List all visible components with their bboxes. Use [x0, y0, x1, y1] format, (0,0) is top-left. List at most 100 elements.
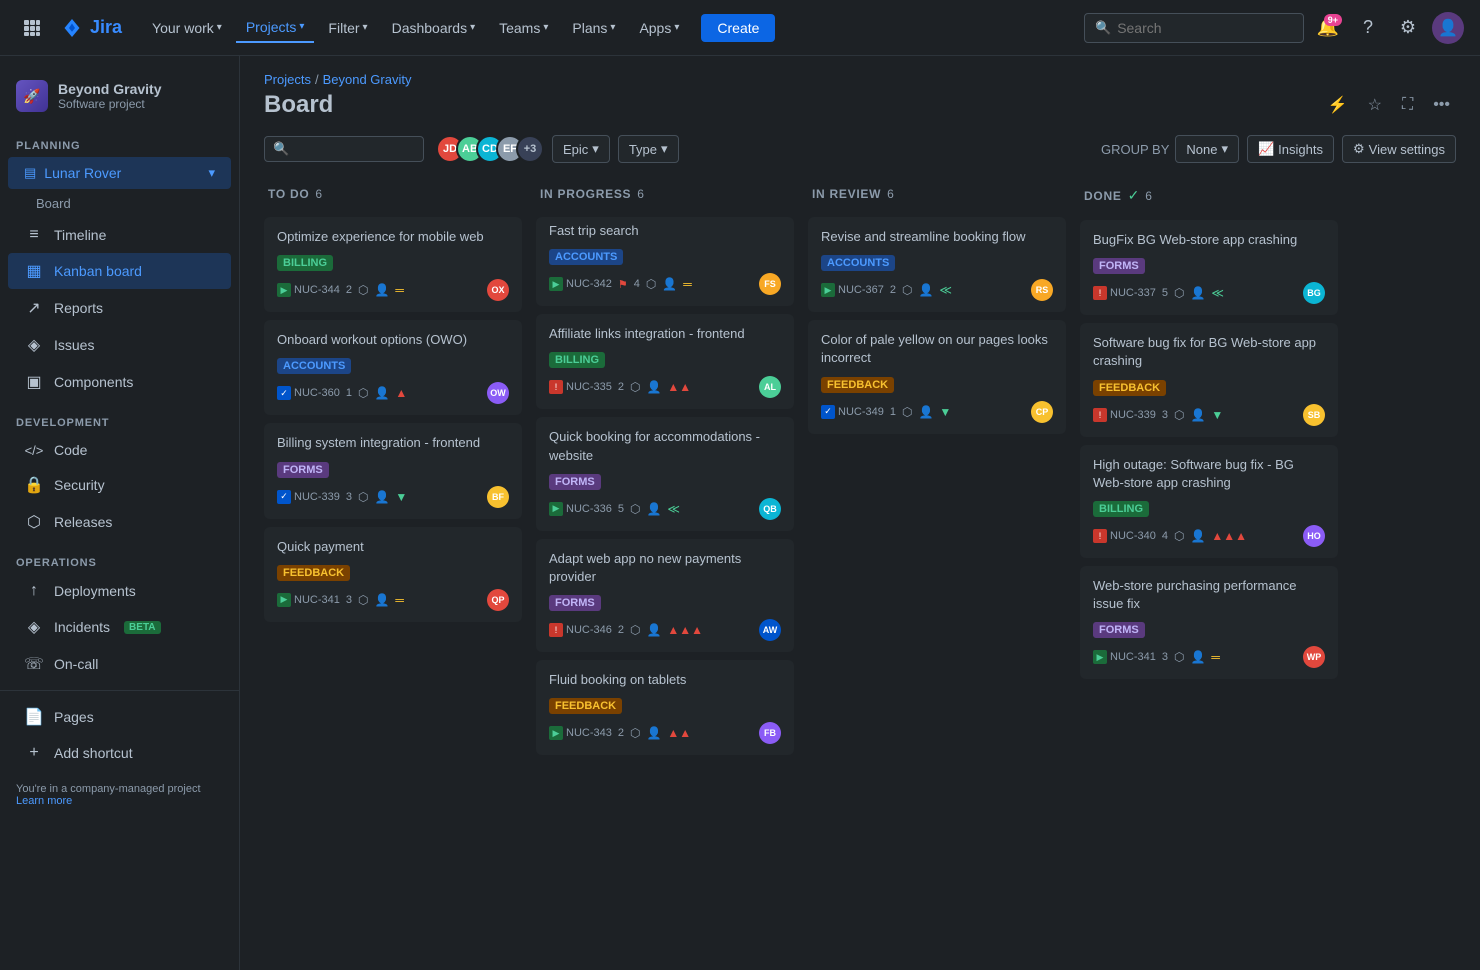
group-by-dropdown[interactable]: None ▾	[1175, 135, 1239, 163]
card-nuc-344[interactable]: Optimize experience for mobile web BILLI…	[264, 217, 522, 312]
people-icon: 👤	[374, 283, 389, 297]
notifications-button[interactable]: 🔔 9+	[1312, 12, 1344, 44]
sidebar-item-components[interactable]: ▣ Components	[8, 364, 231, 400]
project-icon: 🚀	[16, 80, 48, 112]
card-nuc-339-done[interactable]: Software bug fix for BG Web-store app cr…	[1080, 323, 1338, 436]
sidebar-item-security[interactable]: 🔒 Security	[8, 467, 231, 503]
priority-icon: ═	[1211, 650, 1220, 664]
type-filter[interactable]: Type ▾	[618, 135, 679, 163]
search-input[interactable]	[1117, 20, 1293, 36]
card-nuc-367[interactable]: Revise and streamline booking flow ACCOU…	[808, 217, 1066, 312]
more-options-button[interactable]: •••	[1427, 92, 1456, 118]
create-button[interactable]: Create	[701, 14, 775, 42]
people-icon: 👤	[1190, 529, 1205, 543]
planning-section-label: PLANNING	[0, 124, 239, 156]
settings-button[interactable]: ⚙	[1392, 12, 1424, 44]
sidebar-item-label: Timeline	[54, 227, 106, 243]
story-icon: ▶	[277, 593, 291, 607]
user-avatar[interactable]: 👤	[1432, 12, 1464, 44]
card-meta: ! NUC-340 4 ⬡ 👤 ▲▲▲ HO	[1093, 525, 1325, 547]
incidents-icon: ◈	[24, 617, 44, 637]
star-button[interactable]: ☆	[1362, 91, 1388, 119]
card-nuc-360[interactable]: Onboard workout options (OWO) ACCOUNTS ✓…	[264, 320, 522, 415]
card-nuc-340[interactable]: High outage: Software bug fix - BG Web-s…	[1080, 445, 1338, 558]
sidebar-item-kanban[interactable]: ▦ Kanban board	[8, 253, 231, 289]
card-nuc-336[interactable]: Quick booking for accommodations - websi…	[536, 417, 794, 530]
group-by-label: GROUP BY	[1101, 142, 1169, 157]
breadcrumb-project-name[interactable]: Beyond Gravity	[323, 72, 412, 87]
bug-icon: !	[549, 623, 563, 637]
story-icon: ▶	[549, 502, 563, 516]
chevron-down-icon: ▾	[543, 22, 548, 33]
nav-apps[interactable]: Apps ▾	[629, 14, 689, 42]
priority-icon: ▲▲▲	[667, 623, 703, 637]
nav-your-work[interactable]: Your work ▾	[142, 14, 232, 42]
sprint-icon: ▤	[24, 165, 36, 181]
board-search-input[interactable]	[295, 142, 415, 157]
card-nuc-346[interactable]: Adapt web app no new payments provider F…	[536, 539, 794, 652]
card-nuc-342[interactable]: Fast trip search ACCOUNTS ▶ NUC-342 ⚑ 4 …	[536, 217, 794, 306]
project-name: Beyond Gravity	[58, 81, 161, 97]
learn-more-link[interactable]: Learn more	[16, 795, 72, 807]
insights-button[interactable]: 📈 Insights	[1247, 135, 1334, 163]
project-info: Beyond Gravity Software project	[58, 81, 161, 111]
lunar-rover-item[interactable]: ▤ Lunar Rover ▾	[8, 157, 231, 189]
search-box[interactable]: 🔍	[1084, 13, 1304, 43]
task-icon: ✓	[277, 490, 291, 504]
sidebar-board-sub[interactable]: Board	[0, 190, 239, 217]
sidebar-item-code[interactable]: </> Code	[8, 434, 231, 466]
sidebar-item-pages[interactable]: 📄 Pages	[8, 699, 231, 735]
card-meta: ✓ NUC-349 1 ⬡ 👤 ▼ CP	[821, 401, 1053, 423]
card-nuc-343[interactable]: Fluid booking on tablets FEEDBACK ▶ NUC-…	[536, 660, 794, 755]
sidebar-item-incidents[interactable]: ◈ Incidents BETA	[8, 609, 231, 645]
card-meta: ! NUC-337 5 ⬡ 👤 ≪ BG	[1093, 282, 1325, 304]
card-nuc-341-done[interactable]: Web-store purchasing performance issue f…	[1080, 566, 1338, 679]
nav-dashboards[interactable]: Dashboards ▾	[382, 14, 486, 42]
sidebar-item-label: Reports	[54, 300, 103, 316]
card-nuc-341-todo[interactable]: Quick payment FEEDBACK ▶ NUC-341 3 ⬡ 👤 ═	[264, 527, 522, 622]
card-nuc-339-todo[interactable]: Billing system integration - frontend FO…	[264, 423, 522, 518]
col-title-inreview: IN REVIEW	[812, 187, 881, 201]
priority-icon: ▼	[939, 405, 951, 419]
assignee-avatar: FS	[759, 273, 781, 295]
group-by: GROUP BY None ▾	[1101, 135, 1239, 163]
flag-icon: ⚑	[618, 278, 628, 291]
nav-projects[interactable]: Projects ▾	[236, 13, 315, 43]
breadcrumb-projects[interactable]: Projects	[264, 72, 311, 87]
col-header-done: DONE ✓ 6	[1080, 179, 1340, 212]
subtask-icon: ⬡	[630, 380, 640, 394]
priority-icon: ▲	[395, 386, 407, 400]
inprogress-cards: Fast trip search ACCOUNTS ▶ NUC-342 ⚑ 4 …	[536, 217, 796, 954]
lightning-button[interactable]: ⚡	[1322, 91, 1354, 119]
card-nuc-349[interactable]: Color of pale yellow on our pages looks …	[808, 320, 1066, 433]
card-nuc-337[interactable]: BugFix BG Web-store app crashing FORMS !…	[1080, 220, 1338, 315]
view-settings-button[interactable]: ⚙ View settings	[1342, 135, 1456, 163]
people-icon: 👤	[646, 380, 661, 394]
help-button[interactable]: ?	[1352, 12, 1384, 44]
sidebar-item-issues[interactable]: ◈ Issues	[8, 327, 231, 363]
sidebar-item-releases[interactable]: ⬡ Releases	[8, 504, 231, 540]
assignee-avatar: QP	[487, 589, 509, 611]
toolbar-right: GROUP BY None ▾ 📈 Insights ⚙ View settin…	[1101, 135, 1456, 163]
people-icon: 👤	[646, 726, 661, 740]
label-billing: BILLING	[277, 255, 333, 271]
nav-plans[interactable]: Plans ▾	[562, 14, 625, 42]
board-search[interactable]: 🔍	[264, 136, 424, 162]
sidebar-item-reports[interactable]: ↗ Reports	[8, 290, 231, 326]
people-icon: 👤	[918, 405, 933, 419]
epic-filter[interactable]: Epic ▾	[552, 135, 610, 163]
nav-teams[interactable]: Teams ▾	[489, 14, 558, 42]
sidebar-item-oncall[interactable]: ☏ On-call	[8, 646, 231, 682]
board-toolbar: 🔍 JD AB CD EF +3 Epic ▾ Type ▾ GROUP BY	[240, 127, 1480, 171]
card-nuc-335[interactable]: Affiliate links integration - frontend B…	[536, 314, 794, 409]
label-accounts: ACCOUNTS	[549, 249, 623, 265]
sidebar-item-deployments[interactable]: ↑ Deployments	[8, 574, 231, 608]
sidebar-item-add-shortcut[interactable]: + Add shortcut	[8, 736, 231, 770]
assignee-avatar: OX	[487, 279, 509, 301]
nav-filter[interactable]: Filter ▾	[318, 14, 377, 42]
fullscreen-button[interactable]: ⛶	[1396, 92, 1419, 118]
sidebar-item-timeline[interactable]: ≡ Timeline	[8, 218, 231, 252]
more-avatars-badge[interactable]: +3	[516, 135, 544, 163]
subtask-icon: ⬡	[1174, 529, 1184, 543]
grid-menu-button[interactable]	[16, 12, 48, 44]
